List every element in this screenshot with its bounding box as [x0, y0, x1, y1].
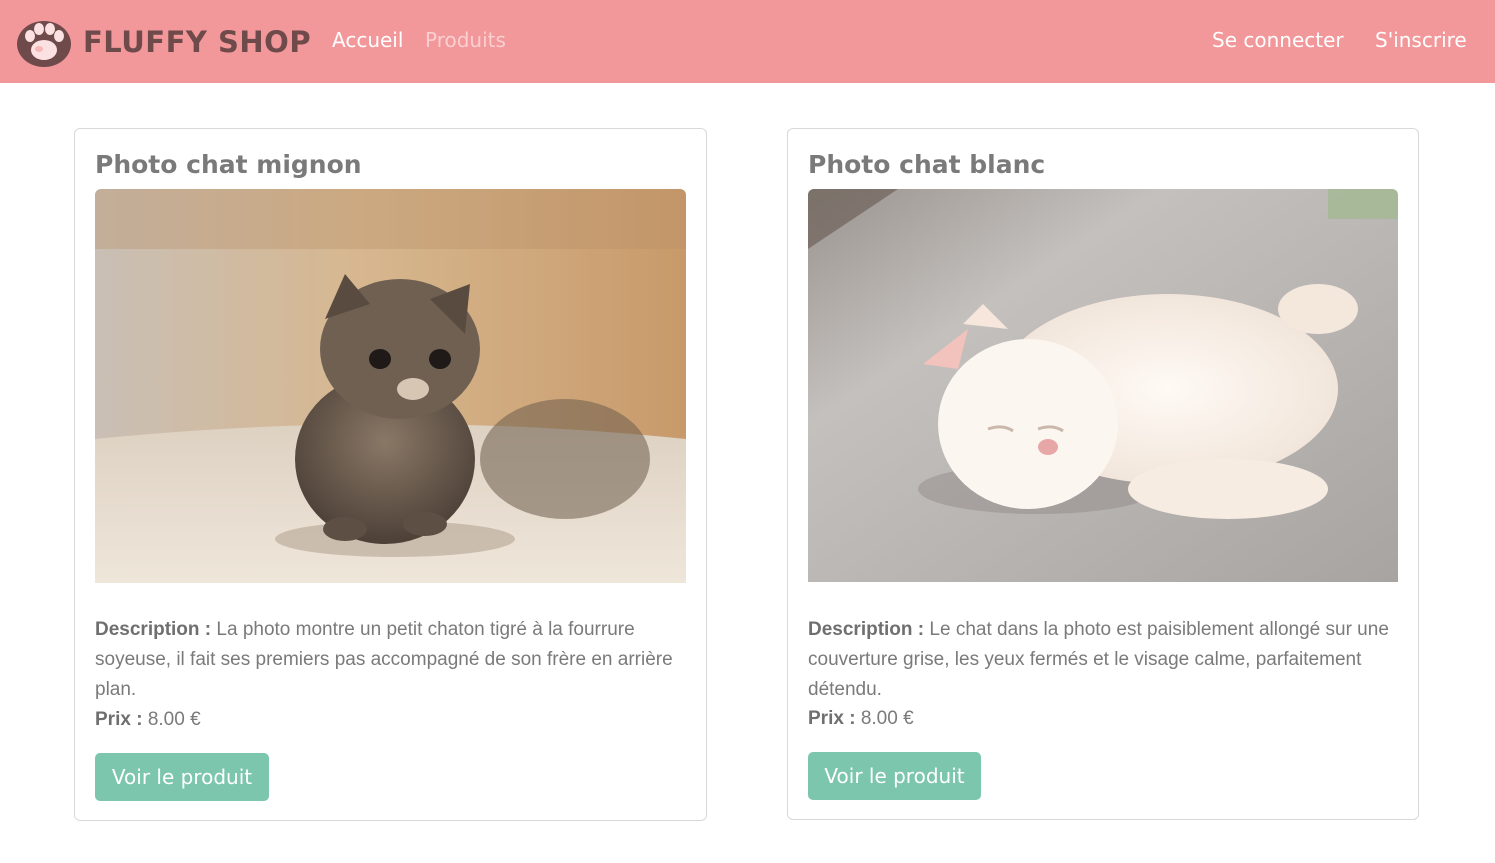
brand-link[interactable]: FLUFFY SHOP: [14, 16, 311, 68]
product-card: Photo chat blanc Description: Le chat d…: [787, 128, 1419, 820]
product-title: Photo chat blanc: [808, 150, 1046, 179]
product-price: Prix : 8.00 €: [808, 704, 914, 734]
nav-link-signup[interactable]: S'inscrire: [1375, 28, 1467, 52]
price-label: Prix :: [808, 708, 856, 729]
product-price: Prix : 8.00 €: [95, 705, 201, 735]
price-label: Prix :: [95, 709, 143, 730]
nav-link-home[interactable]: Accueil: [332, 28, 403, 52]
brand-name: FLUFFY SHOP: [83, 25, 312, 59]
price-value: 8.00 €: [147, 709, 201, 730]
paw-icon: [17, 21, 71, 67]
product-description: Description : La photo montre un petit c…: [95, 615, 685, 705]
product-image-tabby-kitten: [95, 189, 686, 583]
view-product-button[interactable]: Voir le produit: [808, 752, 981, 800]
nav-link-products[interactable]: Produits: [425, 28, 506, 52]
description-label: Description :: [95, 619, 212, 640]
price-value: 8.00 €: [860, 708, 914, 729]
product-title: Photo chat mignon: [95, 150, 362, 179]
product-card: Photo chat mignon Description: La photo…: [74, 128, 707, 821]
product-image-white-kitten: [808, 189, 1398, 582]
view-product-button[interactable]: Voir le produit: [95, 753, 269, 801]
description-label: Description :: [808, 619, 925, 640]
nav-link-login[interactable]: Se connecter: [1212, 28, 1344, 52]
product-description: Description : Le chat dans la photo est …: [808, 615, 1398, 705]
navbar: FLUFFY SHOP Accueil Produits Se connecte…: [0, 0, 1495, 83]
